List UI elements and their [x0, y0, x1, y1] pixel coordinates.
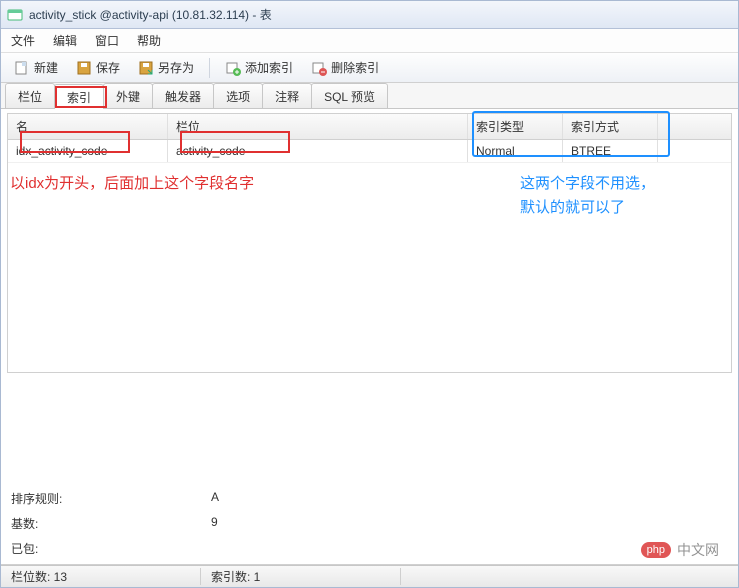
annotation-text-red: 以idx为开头，后面加上这个字段名字: [10, 172, 254, 193]
tab-fkeys[interactable]: 外键: [103, 83, 153, 108]
status-indexes: 索引数: 1: [201, 568, 401, 585]
save-icon: [76, 60, 92, 76]
saveas-label: 另存为: [158, 59, 194, 76]
cardinality-label: 基数:: [11, 515, 211, 532]
tab-fields[interactable]: 栏位: [5, 83, 55, 108]
save-button[interactable]: 保存: [69, 56, 127, 79]
menu-edit[interactable]: 编辑: [53, 32, 77, 49]
annotation-blue-line1: 这两个字段不用选，: [520, 172, 655, 196]
saveas-button[interactable]: 另存为: [131, 56, 201, 79]
add-index-label: 添加索引: [245, 59, 293, 76]
window-title: activity_stick @activity-api (10.81.32.1…: [29, 6, 272, 23]
tab-comment[interactable]: 注释: [262, 83, 312, 108]
tab-triggers[interactable]: 触发器: [152, 83, 214, 108]
cardinality-value: 9: [211, 515, 218, 532]
new-label: 新建: [34, 59, 58, 76]
delete-index-button[interactable]: 删除索引: [304, 56, 386, 79]
save-label: 保存: [96, 59, 120, 76]
delete-index-icon: [311, 60, 327, 76]
new-icon: [14, 60, 30, 76]
watermark: php 中文网: [641, 540, 719, 560]
delete-index-label: 删除索引: [331, 59, 379, 76]
annotation-box-blue: [472, 111, 670, 157]
annotation-box-name: [20, 131, 130, 153]
annotation-text-blue: 这两个字段不用选， 默认的就可以了: [520, 172, 655, 220]
tab-options[interactable]: 选项: [213, 83, 263, 108]
app-window: activity_stick @activity-api (10.81.32.1…: [0, 0, 739, 588]
annotation-box-field: [180, 131, 290, 153]
tab-sqlpreview[interactable]: SQL 预览: [311, 83, 388, 108]
add-index-icon: [225, 60, 241, 76]
app-icon: [7, 7, 23, 23]
menu-window[interactable]: 窗口: [95, 32, 119, 49]
toolbar-separator: [209, 58, 210, 78]
toolbar: 新建 保存 另存为 添加索引 删除索引: [1, 53, 738, 83]
saveas-icon: [138, 60, 154, 76]
watermark-badge: php: [641, 542, 671, 558]
statusbar: 栏位数: 13 索引数: 1: [1, 565, 738, 587]
annotation-blue-line2: 默认的就可以了: [520, 196, 655, 220]
titlebar[interactable]: activity_stick @activity-api (10.81.32.1…: [1, 1, 738, 29]
sort-label: 排序规则:: [11, 490, 211, 507]
watermark-text: 中文网: [677, 540, 719, 560]
index-details: 排序规则: A 基数: 9 已包:: [11, 484, 728, 564]
menubar: 文件 编辑 窗口 帮助: [1, 29, 738, 53]
annotation-box-tab: [55, 86, 107, 108]
add-index-button[interactable]: 添加索引: [218, 56, 300, 79]
packed-label: 已包:: [11, 540, 211, 557]
sort-value: A: [211, 490, 219, 507]
status-fields: 栏位数: 13: [1, 568, 201, 585]
new-button[interactable]: 新建: [7, 56, 65, 79]
menu-file[interactable]: 文件: [11, 32, 35, 49]
tabstrip: 栏位 索引 外键 触发器 选项 注释 SQL 预览: [1, 83, 738, 109]
menu-help[interactable]: 帮助: [137, 32, 161, 49]
